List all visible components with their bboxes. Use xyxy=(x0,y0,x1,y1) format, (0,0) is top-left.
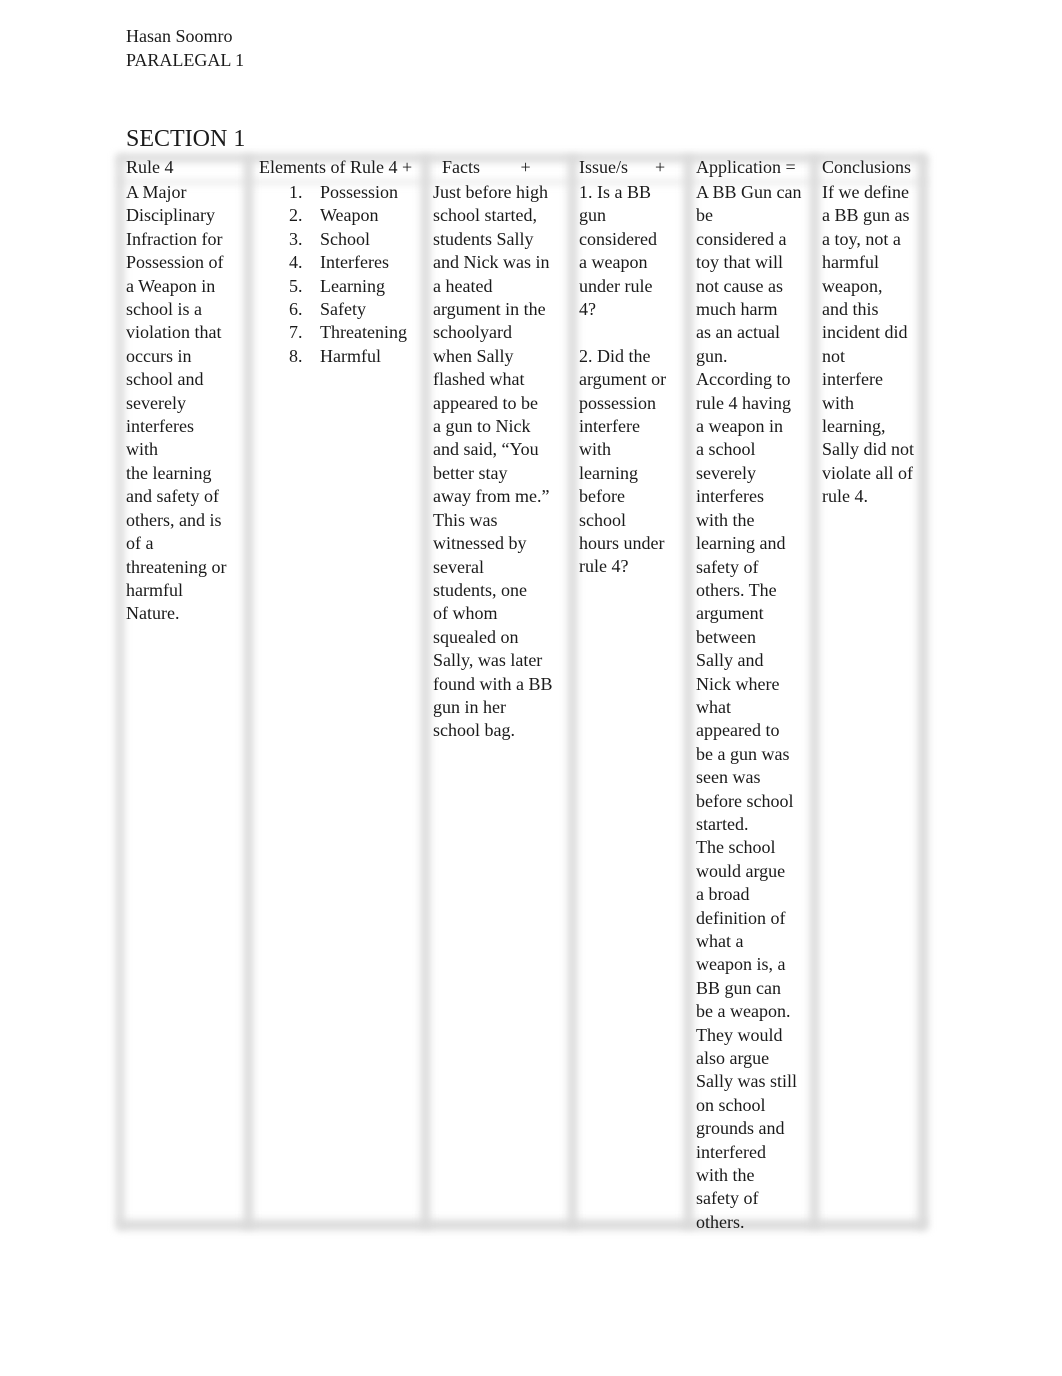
issue-2: 2. Did the argument or possession interf… xyxy=(579,345,667,577)
column-header-elements: Elements of Rule 4 + xyxy=(259,157,413,177)
element-item: 1. Possession xyxy=(289,182,399,202)
column-header-application: Application = xyxy=(696,157,796,177)
column-issues: Issue/s + 1. Is a BB gun considered a we… xyxy=(579,156,689,579)
column-header-facts: Facts + xyxy=(433,157,531,177)
facts-text: Just before high school started, student… xyxy=(433,182,553,741)
column-header-rule: Rule 4 xyxy=(126,157,174,177)
column-facts: Facts + Just before high school started,… xyxy=(433,156,569,743)
conclusion-text: If we define a BB gun as a toy, not a ha… xyxy=(822,182,915,507)
element-item: 5. Learning xyxy=(289,275,385,296)
irac-table: Rule 4 A Major Disciplinary Infraction f… xyxy=(116,154,928,1232)
element-item: 8. Harmful xyxy=(289,345,381,366)
column-header-conclusions: Conclusions xyxy=(822,157,912,177)
element-item: 2. Weapon xyxy=(289,205,379,226)
column-application: Application = A BB Gun can be considered… xyxy=(696,156,814,1234)
application-text: A BB Gun can be considered a toy that wi… xyxy=(696,182,802,1232)
element-item: 3. School xyxy=(289,228,371,249)
element-item: 6. Safety xyxy=(289,299,366,320)
rule-text: A Major Disciplinary Infraction for Poss… xyxy=(126,182,227,624)
element-item: 7. Threatening xyxy=(289,322,407,343)
column-elements: Elements of Rule 4 + 1. Possession 2. Weap… xyxy=(259,156,429,368)
issue-1: 1. Is a BB gun considered a weapon under… xyxy=(579,182,657,320)
section-title: SECTION 1 xyxy=(126,126,246,152)
column-conclusions: Conclusions If we define a BB gun as a t… xyxy=(822,156,932,509)
element-item: 4. Interferes xyxy=(289,252,389,273)
author-name: Hasan Soomro xyxy=(126,26,233,46)
elements-list: 1. Possession 2. Weapon 3. School 4. Interfe… xyxy=(259,181,429,368)
course-name: PARALEGAL 1 xyxy=(126,50,245,70)
column-rule: Rule 4 A Major Disciplinary Infraction f… xyxy=(126,156,248,626)
column-header-issues: Issue/s + xyxy=(579,157,666,177)
